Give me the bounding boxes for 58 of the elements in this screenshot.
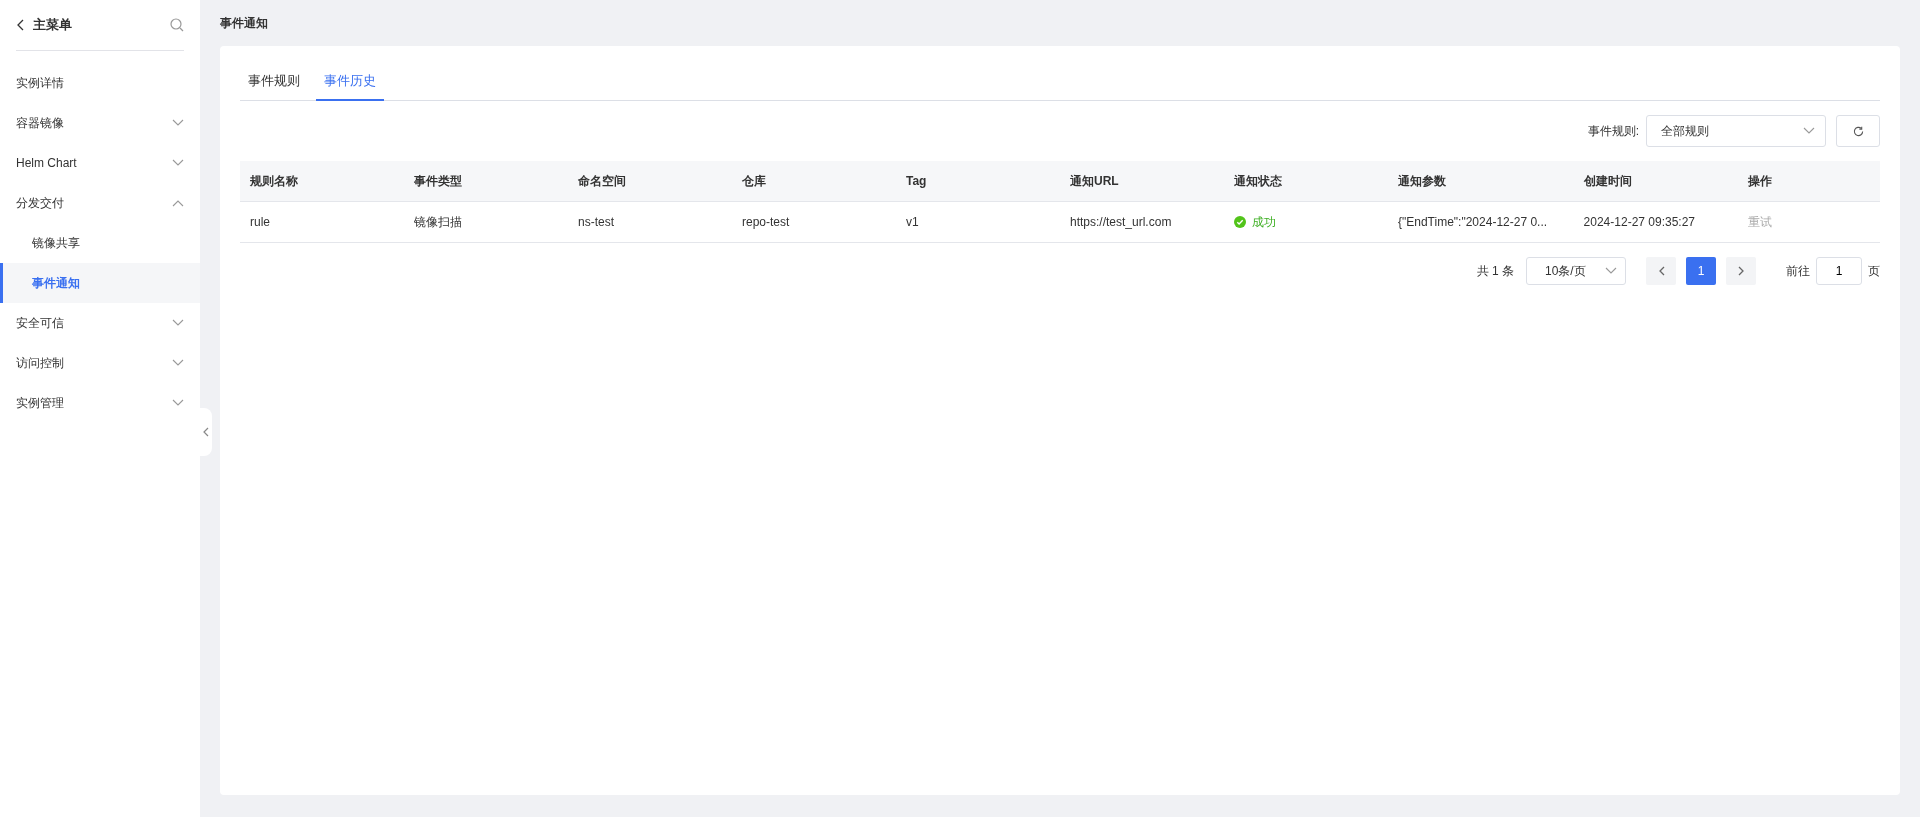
tab[interactable]: 事件历史 — [316, 64, 384, 101]
next-page-button[interactable] — [1726, 257, 1756, 285]
column-header: 仓库 — [741, 172, 767, 190]
chevron-right-icon — [1737, 266, 1745, 276]
chevron-down-icon — [172, 159, 184, 167]
page-number-button[interactable]: 1 — [1686, 257, 1716, 285]
menu-item[interactable]: 分发交付 — [0, 183, 200, 223]
table-cell-text: repo-test — [741, 214, 791, 231]
back-icon[interactable] — [16, 19, 24, 31]
goto-page-field[interactable]: 1 — [1816, 257, 1862, 285]
filter-label: 事件规则: — [1587, 122, 1639, 140]
menu-item[interactable]: 容器镜像 — [0, 103, 200, 143]
chevron-down-icon — [172, 359, 184, 367]
table-cell-text: {"EndTime":"2024-12-27 0... — [1397, 214, 1549, 231]
column-header: 通知URL — [1069, 172, 1120, 190]
chevron-down-icon — [172, 119, 184, 127]
search-icon[interactable] — [170, 18, 184, 32]
chevron-down-icon — [172, 319, 184, 327]
chevron-left-icon — [201, 427, 210, 437]
page-size-select[interactable]: 10条/页 — [1526, 257, 1626, 285]
goto-label: 前往 — [1786, 262, 1810, 280]
collapse-sidebar-button[interactable] — [199, 408, 212, 456]
refresh-icon — [1852, 125, 1864, 137]
total-count: 共 1 条 — [1476, 262, 1514, 280]
menu-item[interactable]: 实例管理 — [0, 383, 200, 423]
rule-select[interactable]: 全部规则 — [1646, 115, 1826, 147]
column-header: 命名空间 — [577, 172, 627, 190]
previous-page-button[interactable] — [1646, 257, 1676, 285]
chevron-up-icon — [172, 199, 184, 207]
chevron-left-icon — [1657, 266, 1665, 276]
column-header: 创建时间 — [1582, 172, 1633, 190]
menu-title: 主菜单 — [33, 16, 73, 34]
page-title: 事件通知 — [220, 15, 268, 32]
table-cell-text: 镜像扫描 — [413, 213, 463, 231]
table-cell-text: rule — [249, 214, 271, 231]
table-cell-text: v1 — [905, 214, 920, 231]
menu-item[interactable]: 安全可信 — [0, 303, 200, 343]
tab[interactable]: 事件规则 — [240, 64, 308, 101]
submenu-item[interactable]: 镜像共享 — [0, 223, 200, 263]
column-header: Tag — [905, 173, 928, 190]
column-header: 操作 — [1746, 172, 1773, 190]
table-cell-text: https://test_url.com — [1069, 214, 1173, 231]
menu-item[interactable]: 访问控制 — [0, 343, 200, 383]
table-cell-text: ns-test — [577, 214, 615, 231]
table-cell-text: 2024-12-27 09:35:27 — [1582, 214, 1697, 231]
column-header: 通知参数 — [1397, 172, 1447, 190]
column-header: 通知状态 — [1233, 172, 1283, 190]
menu-item[interactable]: Helm Chart — [0, 143, 200, 183]
refresh-button[interactable] — [1836, 115, 1880, 147]
page-suffix: 页 — [1868, 262, 1880, 280]
chevron-down-icon — [1605, 267, 1617, 275]
submenu-item[interactable]: 事件通知 — [0, 263, 200, 303]
chevron-down-icon — [1803, 127, 1815, 135]
column-header: 规则名称 — [249, 172, 299, 190]
menu-item[interactable]: 实例详情 — [0, 63, 200, 103]
status-text: 成功 — [1252, 213, 1276, 231]
chevron-down-icon — [172, 399, 184, 407]
column-header: 事件类型 — [413, 172, 463, 190]
